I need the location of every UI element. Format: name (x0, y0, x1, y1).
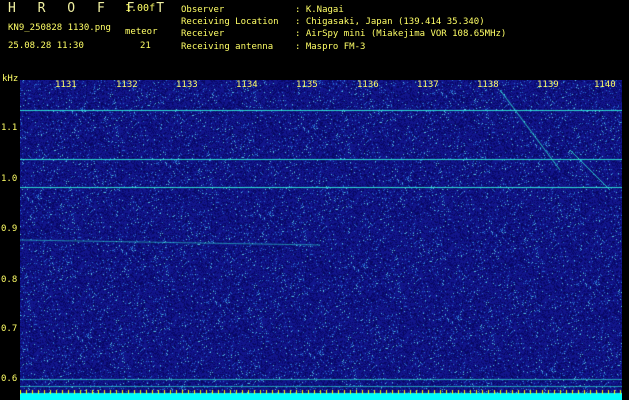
info-row-observer: Observer : K.Nagai (181, 4, 506, 16)
y-axis-unit: kHz (2, 74, 19, 84)
info-row-receiver: Receiver : AirSpy mini (Miakejima VOR 108… (181, 28, 506, 40)
info-value: : Maspro FM-3 (295, 41, 366, 52)
info-value: : K.Nagai (295, 5, 344, 15)
y-tick-label: 0.6 (1, 374, 18, 384)
x-tick-label: 1132 (116, 80, 138, 90)
info-value: : Chigasaki, Japan (139.414 35.340) (295, 17, 485, 28)
x-tick-label: 1135 (296, 80, 318, 90)
info-key: Receiving Location (181, 17, 279, 28)
meteor-count: 21 (140, 41, 151, 51)
y-tick-label: 0.8 (1, 275, 18, 285)
info-row-antenna: Receiving antenna : Maspro FM-3 (181, 41, 506, 53)
x-tick-label: 1138 (477, 80, 499, 90)
x-tick-label: 1139 (537, 80, 559, 90)
version-label: 1.00f (125, 3, 156, 14)
spectrogram (20, 80, 622, 400)
info-key: Receiving antenna (181, 41, 274, 52)
meteor-label: meteor (125, 27, 158, 37)
x-tick-label: 1136 (357, 80, 379, 90)
observation-info: Observer : K.Nagai Receiving Location : Ch… (181, 4, 506, 53)
spectrogram-canvas (20, 80, 622, 400)
y-tick-label: 0.7 (1, 324, 18, 334)
y-tick-label: 0.9 (1, 224, 18, 234)
y-tick-label: 1.1 (1, 123, 18, 133)
info-row-location: Receiving Location : Chigasaki, Japan (13… (181, 16, 506, 28)
y-tick-label: 1.0 (1, 174, 18, 184)
info-value: : AirSpy mini (Miakejima VOR 108.65MHz) (295, 29, 507, 40)
info-key: Observer (181, 5, 225, 15)
info-key: Receiver (181, 29, 225, 40)
x-tick-label: 1140 (594, 80, 616, 90)
x-tick-label: 1134 (236, 80, 258, 90)
x-tick-label: 1137 (417, 80, 439, 90)
datetime-label: 25.08.28 11:30 (8, 41, 84, 51)
x-tick-label: 1131 (55, 80, 77, 90)
x-tick-label: 1133 (176, 80, 198, 90)
filename-label: KN9_250828 1130.png (8, 23, 111, 33)
